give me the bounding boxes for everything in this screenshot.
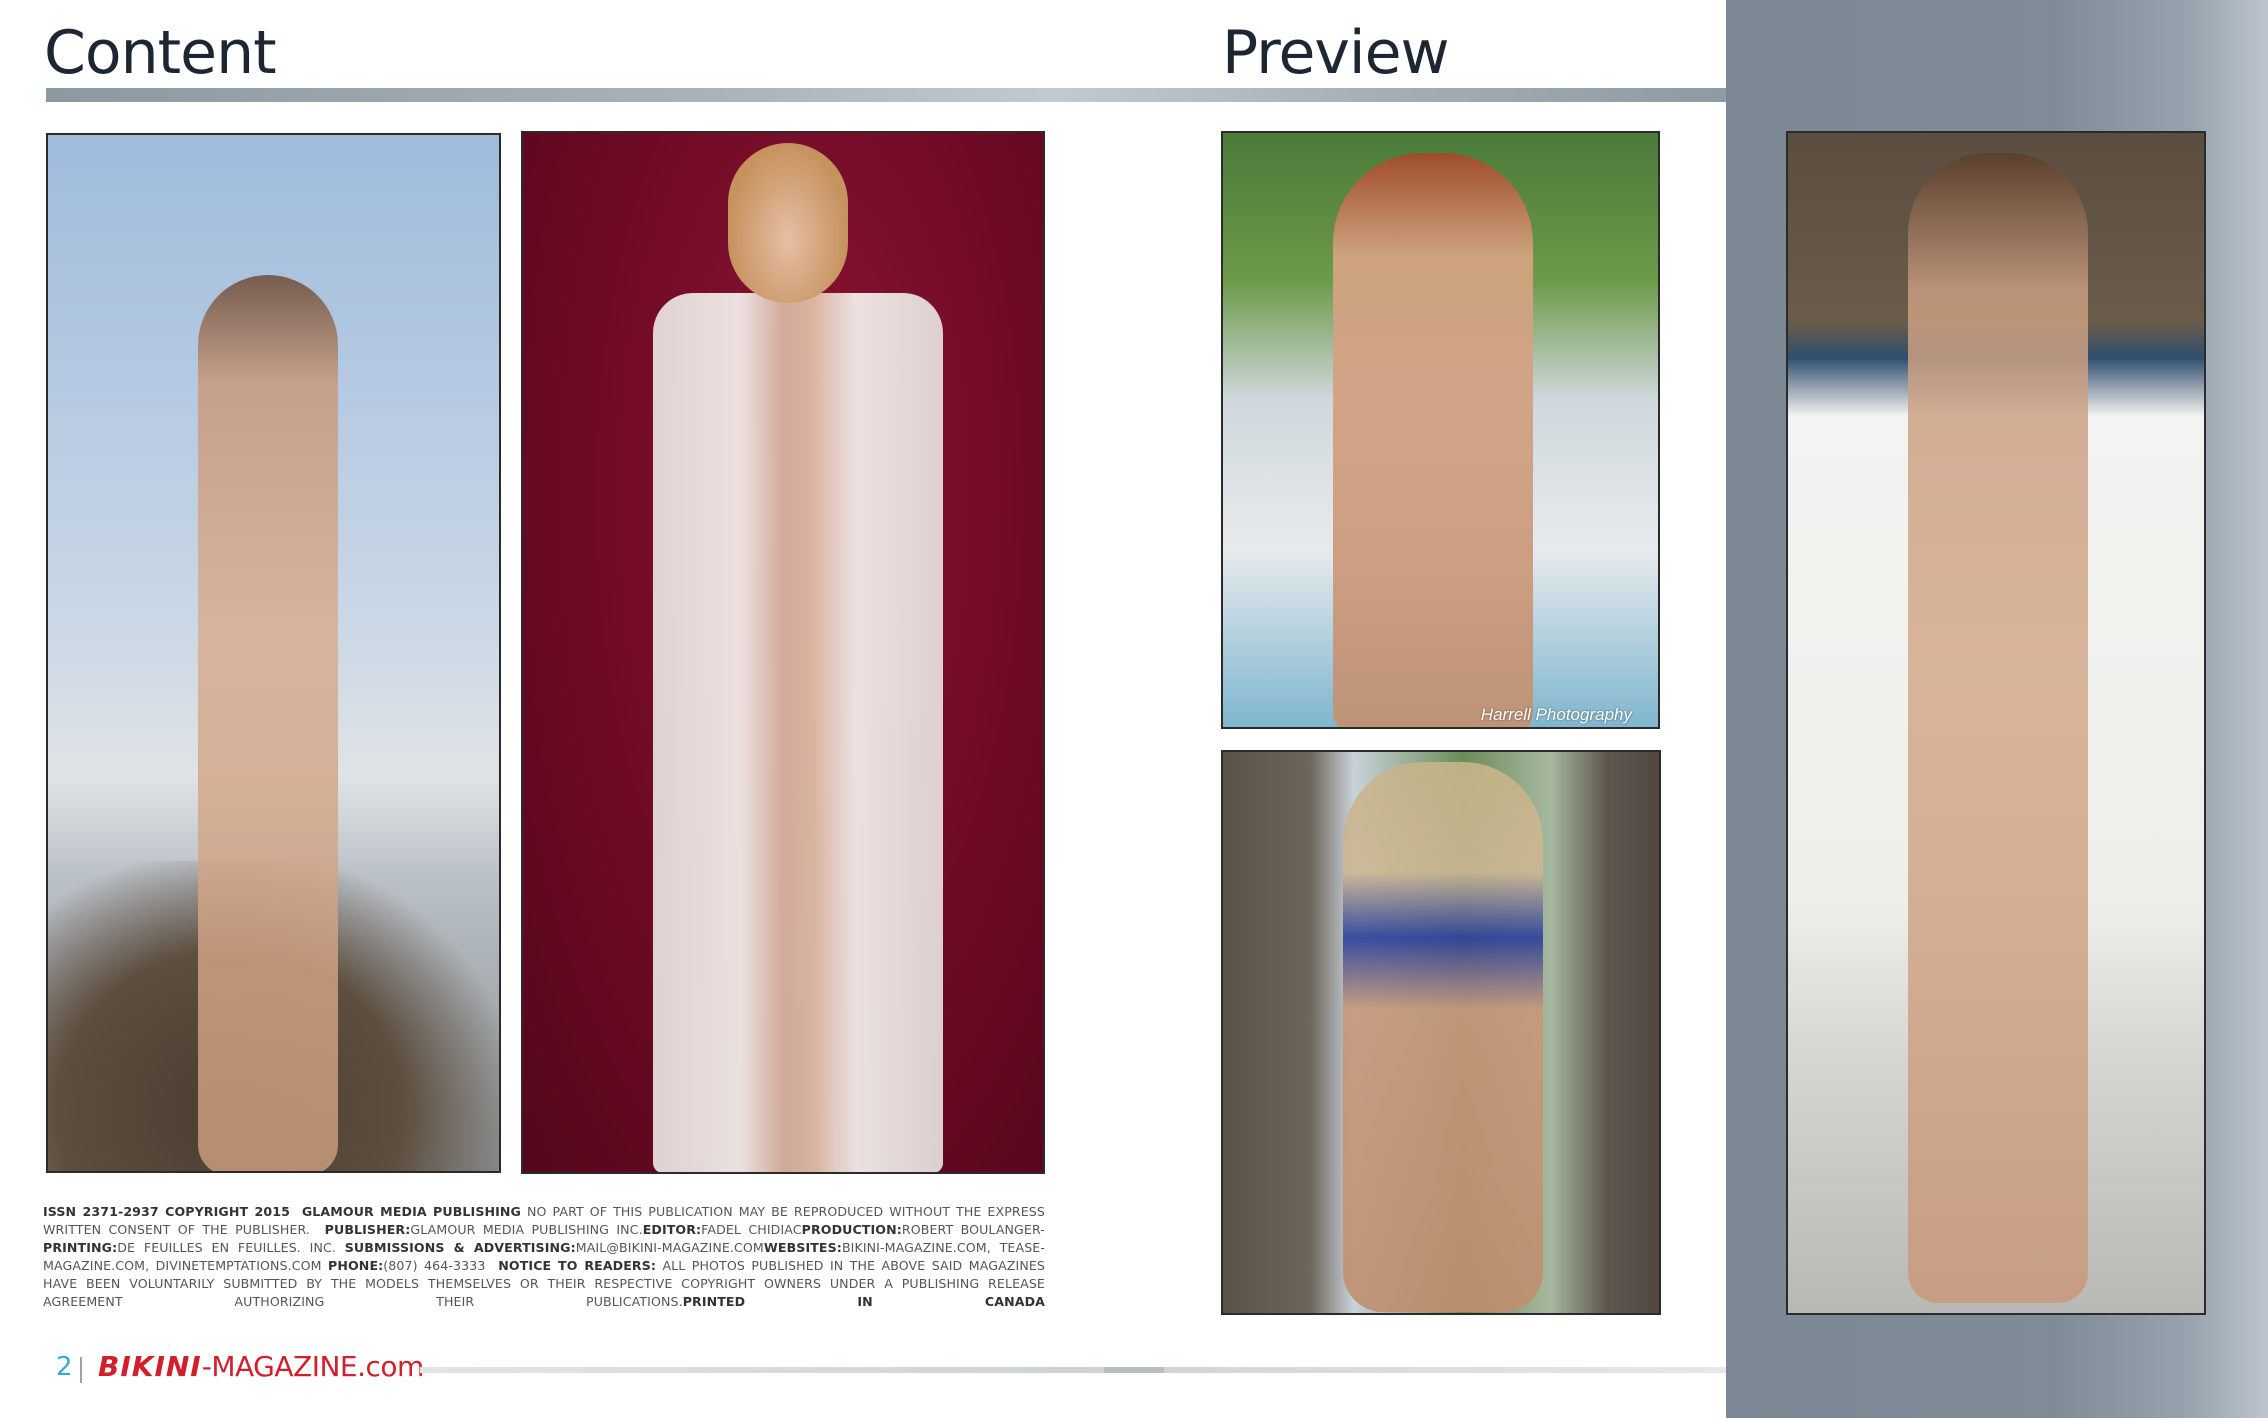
logo-brand: BIKINI (98, 1350, 202, 1383)
photo-porch-model[interactable] (1221, 750, 1661, 1315)
footer-separator (80, 1357, 82, 1383)
preview-title: Preview (1222, 18, 1450, 88)
content-title: Content (44, 18, 277, 88)
head-shape (728, 143, 848, 303)
robe-shape (653, 293, 943, 1172)
footer-rule (420, 1367, 1726, 1373)
photo-beach-model[interactable] (46, 133, 501, 1173)
figure-silhouette (1333, 153, 1533, 727)
photo-terrace-model[interactable] (1786, 131, 2206, 1315)
masthead-legal-text: ISSN 2371-2937 COPYRIGHT 2015 GLAMOUR ME… (43, 1204, 1045, 1309)
figure-silhouette (1343, 762, 1543, 1312)
photo-credit: Harrell Photography (1480, 705, 1632, 724)
photo-pool-model[interactable]: Harrell Photography (1221, 131, 1660, 729)
figure-silhouette (198, 275, 338, 1171)
title-divider (46, 88, 1726, 102)
page-number: 2 (56, 1352, 73, 1382)
magazine-logo[interactable]: BIKINI-MAGAZINE.com (98, 1350, 424, 1383)
figure-silhouette (1908, 153, 2088, 1303)
footer-rule-mark (1104, 1367, 1164, 1373)
photo-lace-robe-model[interactable] (521, 131, 1045, 1174)
logo-domain: -MAGAZINE.com (201, 1350, 425, 1383)
